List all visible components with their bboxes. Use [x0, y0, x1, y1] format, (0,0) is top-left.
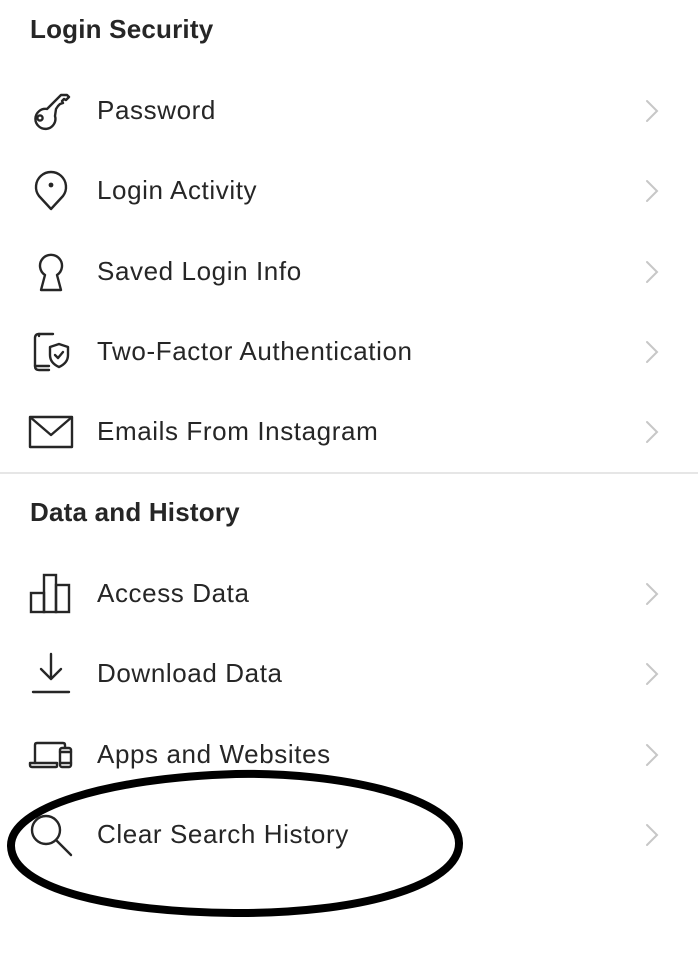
menu-item-saved-login-info[interactable]: Saved Login Info	[0, 232, 698, 312]
menu-item-label: Password	[97, 94, 216, 125]
bar-chart-icon	[27, 570, 75, 618]
menu-item-access-data[interactable]: Access Data	[0, 554, 698, 634]
envelope-icon	[27, 408, 75, 456]
section-title-data-and-history: Data and History	[30, 497, 240, 527]
menu-item-clear-search-history[interactable]: Clear Search History	[0, 795, 698, 875]
menu-item-apps-and-websites[interactable]: Apps and Websites	[0, 715, 698, 795]
search-icon	[27, 811, 75, 859]
laptop-phone-icon	[27, 731, 75, 779]
phone-shield-icon	[27, 328, 75, 376]
key-icon	[27, 87, 75, 135]
menu-item-label: Apps and Websites	[97, 738, 331, 769]
section-divider	[0, 472, 698, 474]
menu-item-label: Saved Login Info	[97, 255, 302, 286]
menu-item-label: Emails From Instagram	[97, 415, 379, 446]
download-icon	[27, 650, 75, 698]
menu-item-download-data[interactable]: Download Data	[0, 634, 698, 714]
chevron-right-icon	[642, 418, 662, 446]
chevron-right-icon	[642, 97, 662, 125]
menu-item-label: Download Data	[97, 657, 283, 688]
section-title-login-security: Login Security	[30, 14, 214, 44]
chevron-right-icon	[642, 177, 662, 205]
menu-item-emails-from-instagram[interactable]: Emails From Instagram	[0, 392, 698, 472]
menu-item-label: Access Data	[97, 577, 250, 608]
chevron-right-icon	[642, 821, 662, 849]
keyhole-icon	[27, 248, 75, 296]
chevron-right-icon	[642, 580, 662, 608]
menu-item-login-activity[interactable]: Login Activity	[0, 151, 698, 231]
menu-item-label: Clear Search History	[97, 818, 349, 849]
chevron-right-icon	[642, 338, 662, 366]
menu-item-two-factor-authentication[interactable]: Two-Factor Authentication	[0, 312, 698, 392]
chevron-right-icon	[642, 660, 662, 688]
menu-item-label: Two-Factor Authentication	[97, 335, 413, 366]
menu-item-label: Login Activity	[97, 174, 258, 205]
location-pin-icon	[27, 167, 75, 215]
chevron-right-icon	[642, 741, 662, 769]
chevron-right-icon	[642, 258, 662, 286]
menu-item-password[interactable]: Password	[0, 71, 698, 151]
